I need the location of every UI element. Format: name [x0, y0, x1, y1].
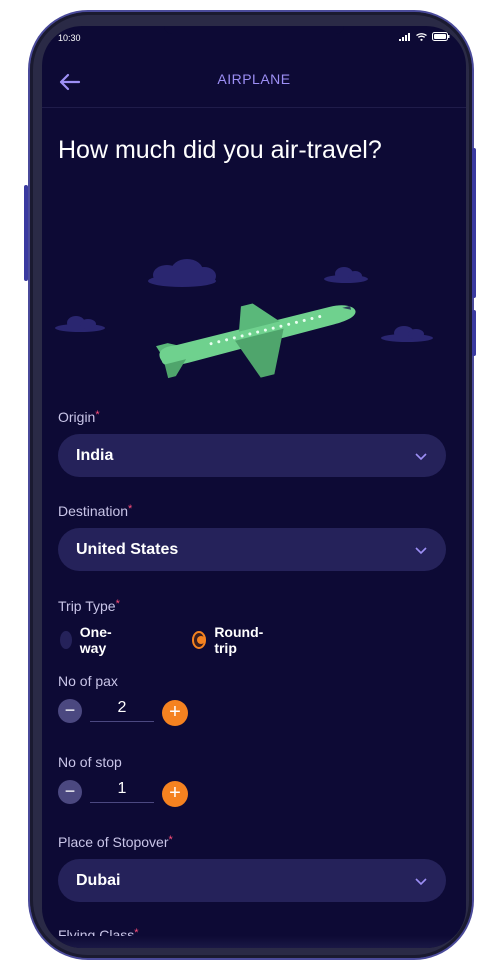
- stopover-label: Place of Stopover*: [58, 834, 173, 850]
- pax-value[interactable]: 2: [90, 696, 154, 722]
- chevron-down-icon: [415, 547, 427, 555]
- stops-value[interactable]: 1: [90, 777, 154, 803]
- origin-value: India: [76, 447, 114, 464]
- destination-label: Destination*: [58, 503, 133, 519]
- stopover-value: Dubai: [76, 872, 121, 889]
- radio-one-way[interactable]: One-way: [60, 624, 118, 656]
- radio-dot: [60, 631, 72, 649]
- chevron-down-icon: [415, 453, 427, 461]
- app-screen: 10:30 AIRPLANE How much did you air-trav…: [42, 26, 466, 948]
- wifi-icon: [416, 32, 427, 41]
- radio-dot-selected: [192, 631, 207, 649]
- origin-label: Origin*: [58, 409, 100, 425]
- stopover-select[interactable]: Dubai: [58, 859, 446, 902]
- phone-side-button-right-bottom: [472, 310, 476, 356]
- stops-decrement-button[interactable]: −: [58, 780, 82, 804]
- airplane: [156, 303, 356, 379]
- status-time: 10:30: [58, 33, 81, 43]
- page-title: AIRPLANE: [217, 71, 291, 87]
- status-icons: [399, 32, 450, 41]
- radio-round-trip[interactable]: Round-trip: [192, 624, 267, 656]
- chevron-down-icon: [415, 878, 427, 886]
- signal-icon: [399, 32, 410, 41]
- pax-decrement-button[interactable]: −: [58, 699, 82, 723]
- phone-side-button-right-top: [472, 148, 476, 298]
- destination-select[interactable]: United States: [58, 528, 446, 571]
- battery-icon: [432, 32, 450, 41]
- app-bar: AIRPLANE: [42, 60, 466, 108]
- phone-side-button-left: [24, 185, 28, 281]
- bottom-edge: [42, 936, 466, 948]
- trip-type-label: Trip Type*: [58, 598, 120, 614]
- destination-value: United States: [76, 541, 179, 558]
- stops-increment-button[interactable]: +: [162, 781, 188, 807]
- status-bar: 10:30: [42, 26, 466, 50]
- stops-label: No of stop: [58, 754, 122, 770]
- question-heading: How much did you air-travel?: [58, 136, 382, 164]
- pax-increment-button[interactable]: +: [162, 700, 188, 726]
- origin-select[interactable]: India: [58, 434, 446, 477]
- pax-stepper: − 2 +: [58, 696, 198, 726]
- pax-label: No of pax: [58, 673, 118, 689]
- airplane-illustration: [55, 259, 433, 379]
- stops-stepper: − 1 +: [58, 777, 198, 807]
